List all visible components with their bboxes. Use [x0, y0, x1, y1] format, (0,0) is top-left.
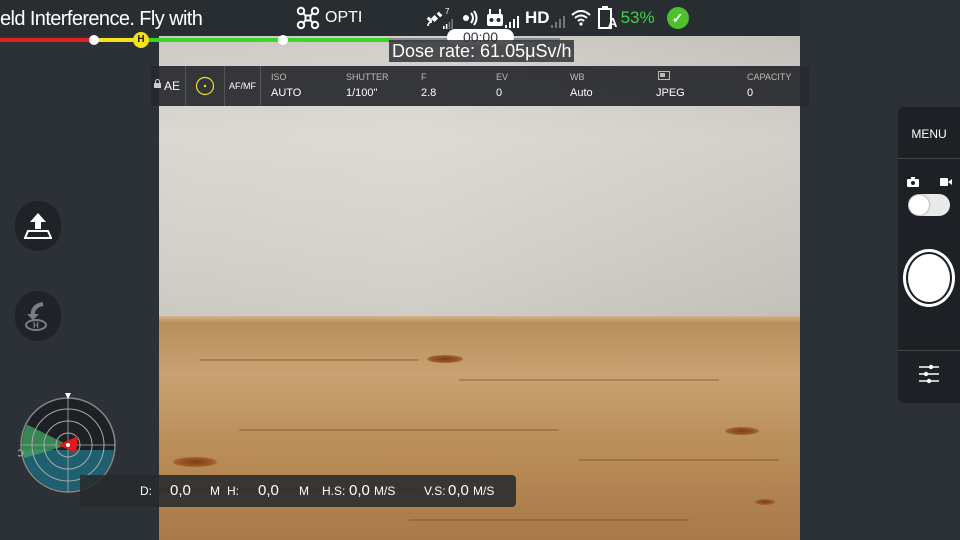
param-value: AUTO: [271, 87, 302, 99]
param-value: 0: [496, 87, 503, 99]
distance-label: D:: [140, 484, 152, 498]
takeoff-icon: [24, 213, 52, 239]
dose-rate-readout: Dose rate: 61.05μSv/h: [389, 40, 575, 62]
menu-button[interactable]: MENU: [898, 107, 960, 159]
param-label: CAPACITY: [747, 72, 792, 82]
camera-live-view[interactable]: [159, 36, 800, 540]
wifi-icon[interactable]: [570, 10, 591, 26]
battery-percent: 53%: [620, 8, 655, 27]
check-icon[interactable]: ✓: [666, 7, 689, 29]
vspeed-value: 0,0: [448, 482, 469, 499]
svg-text:H: H: [33, 321, 39, 330]
remote-controller-icon: [487, 9, 503, 26]
lock-icon: [154, 79, 161, 88]
camera-settings-bar: AE AF/MF ISO AUTO SHUTTER 1/100" F 2.8 E…: [151, 66, 809, 106]
afmf-label: AF/MF: [229, 81, 256, 91]
photo-icon[interactable]: [907, 177, 919, 187]
return-home-icon: H: [25, 302, 47, 331]
height-label: H:: [227, 484, 239, 498]
range-marker-dot: [278, 35, 288, 45]
video-icon[interactable]: [940, 178, 952, 186]
toggle-knob: [909, 195, 929, 215]
focus-mode-button[interactable]: [186, 66, 225, 106]
camera-params[interactable]: ISO AUTO SHUTTER 1/100" F 2.8 EV 0 WB Au…: [261, 66, 809, 106]
status-icons: 7 HD A 53% ✓: [426, 6, 689, 30]
height-unit: M: [299, 484, 309, 498]
ae-label: AE: [163, 79, 180, 93]
remote-controller-status[interactable]: [486, 8, 519, 28]
focus-target-icon: [195, 76, 215, 96]
flight-screen: eld Interference. Fly with OPTI 7 HD A 5…: [0, 0, 960, 540]
hspeed-unit: M/S: [374, 484, 396, 498]
signal-bars-icon: [443, 19, 453, 29]
battery-status[interactable]: A 53%: [597, 6, 655, 30]
param-label: ISO: [271, 72, 287, 82]
satellite-status[interactable]: 7: [426, 7, 453, 29]
vspeed-unit: M/S: [473, 484, 495, 498]
home-point-marker: H: [133, 32, 149, 48]
param-label: WB: [570, 72, 585, 82]
panel-divider: [898, 350, 960, 351]
table-edge: [159, 316, 800, 324]
drone-icon: [296, 6, 320, 30]
distance-value: 0,0: [170, 482, 191, 499]
aircraft-position-dot: [89, 35, 99, 45]
param-label: EV: [496, 72, 509, 82]
shutter-button[interactable]: [903, 249, 955, 307]
af-mf-toggle[interactable]: AF/MF: [225, 66, 261, 106]
svg-text:A: A: [608, 15, 618, 30]
hd-signal-bars-icon: [550, 16, 565, 28]
aircraft-model-label: OPTI: [325, 9, 363, 26]
shutter-button-inner: [908, 254, 950, 302]
hd-label: HD: [525, 8, 550, 27]
hspeed-label: H.S:: [322, 484, 346, 498]
param-value: Auto: [570, 87, 593, 99]
param-value: 2.8: [421, 87, 437, 99]
param-value: 0: [747, 87, 754, 99]
satellite-count: 7: [445, 7, 450, 16]
param-value: JPEG: [656, 87, 685, 99]
hspeed-value: 0,0: [349, 482, 370, 499]
route-line: [140, 38, 390, 42]
height-value: 0,0: [258, 482, 279, 499]
settings-sliders-icon[interactable]: [918, 363, 940, 385]
photo-video-toggle[interactable]: [908, 194, 950, 216]
param-label: F: [421, 72, 427, 82]
camera-control-panel: MENU: [898, 107, 960, 403]
distance-unit: M: [210, 484, 220, 498]
ae-lock-button[interactable]: AE: [151, 66, 186, 106]
takeoff-button[interactable]: [15, 201, 61, 251]
return-home-button[interactable]: H: [15, 291, 61, 341]
telemetry-bar: D: 0,0 M H: 0,0 M H.S: 0,0 M/S V.S: 0,0 …: [80, 475, 516, 507]
satellite-icon: [426, 11, 443, 27]
top-status-bar: eld Interference. Fly with OPTI 7 HD A 5…: [0, 0, 800, 36]
warning-ticker[interactable]: eld Interference. Fly with: [0, 8, 206, 32]
signal-icon[interactable]: [458, 9, 480, 27]
format-icon: [658, 71, 670, 80]
hd-link-status[interactable]: HD: [525, 8, 565, 28]
param-label: SHUTTER: [346, 72, 389, 82]
vspeed-label: V.S:: [424, 484, 446, 498]
battery-icon: A: [597, 6, 618, 30]
param-value: 1/100": [346, 87, 378, 99]
rc-signal-bars-icon: [505, 16, 519, 28]
